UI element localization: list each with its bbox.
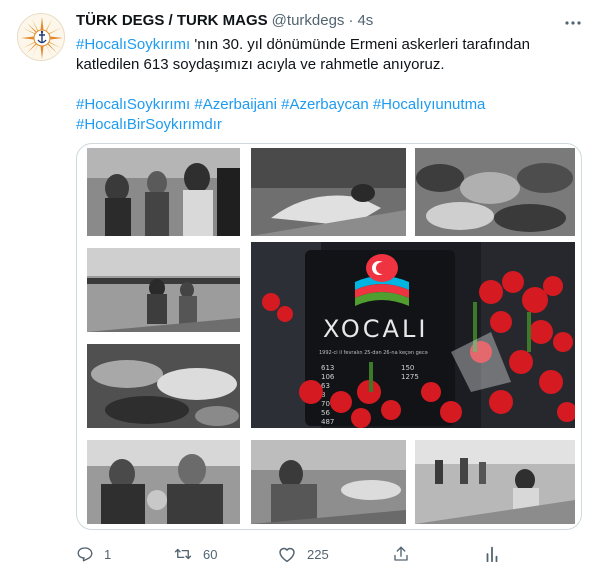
- tweet[interactable]: TÜRK DEGS / TURK MAGS @turkdegs · 4s #Ho…: [0, 0, 598, 576]
- plaque-number: 106: [321, 373, 335, 381]
- plaque-number: 613: [321, 364, 334, 372]
- tweet-text: #HocalıSoykırımı 'nın 30. yıl dönümünde …: [76, 35, 576, 135]
- tweet-text-line-2: katledilen 613 soydaşımızı acıyla ve rah…: [76, 56, 445, 73]
- reply-count: 1: [104, 546, 112, 562]
- plaque-number: 70: [321, 400, 330, 408]
- tweet-header: TÜRK DEGS / TURK MAGS @turkdegs · 4s: [76, 12, 373, 32]
- photo-crowd[interactable]: [87, 148, 240, 236]
- reply-button[interactable]: 1: [76, 541, 111, 567]
- compass-rose-logo: [20, 16, 64, 60]
- author-handle[interactable]: @turkdegs: [272, 12, 345, 29]
- tweet-text-line-1: 'nın 30. yıl dönümünde Ermeni askerleri …: [190, 36, 530, 53]
- analytics-icon: [486, 546, 498, 563]
- author-avatar[interactable]: [17, 13, 65, 61]
- plaque-number: 56: [321, 409, 330, 417]
- separator-dot: ·: [348, 12, 354, 29]
- hashtag-link[interactable]: #Hocalıyıunutma: [373, 96, 486, 113]
- plaque-subtitle: 1992-ci il fevralın 25-dən 26-na keçən g…: [319, 350, 428, 356]
- hashtag-link[interactable]: #HocalıSoykırımı: [76, 36, 190, 53]
- author-display-name[interactable]: TÜRK DEGS / TURK MAGS: [76, 12, 268, 29]
- like-button[interactable]: 225: [277, 541, 329, 567]
- more-icon: [565, 21, 581, 25]
- photo-soldiers-field[interactable]: [87, 248, 240, 332]
- plaque-number: 1275: [401, 373, 419, 381]
- photo-refugees-road[interactable]: [415, 440, 575, 524]
- photo-mourning-woman[interactable]: [251, 440, 406, 524]
- plaque-number: 487: [321, 418, 334, 426]
- reply-icon: [77, 547, 93, 562]
- text-spacer: [76, 75, 576, 95]
- like-icon: [279, 547, 295, 563]
- more-options-button[interactable]: [562, 12, 584, 34]
- retweet-icon: [174, 548, 192, 560]
- photo-memorial-xocali[interactable]: XOCALI 1992-ci il fevralın 25-dən 26-na …: [251, 242, 575, 428]
- retweet-button[interactable]: 60: [173, 541, 217, 567]
- plaque-title: XOCALI: [323, 315, 428, 343]
- hashtag-link[interactable]: #HocalıSoykırımı: [76, 96, 190, 113]
- hashtag-link[interactable]: #Azerbaycan: [281, 96, 369, 113]
- photo-bodies-row[interactable]: [415, 148, 575, 236]
- share-icon: [394, 546, 408, 561]
- tweet-media-collage[interactable]: XOCALI 1992-ci il fevralın 25-dən 26-na …: [76, 143, 582, 530]
- tweet-timestamp[interactable]: 4s: [357, 12, 373, 29]
- photo-grieving-family[interactable]: [87, 440, 240, 524]
- hashtag-link[interactable]: #Azerbaijani: [194, 96, 277, 113]
- hashtag-link[interactable]: #HocalıBirSoykırımdır: [76, 116, 222, 133]
- photo-bodies-ground[interactable]: [87, 344, 240, 428]
- photo-victim-ground[interactable]: [251, 148, 406, 236]
- share-button[interactable]: [392, 541, 410, 567]
- retweet-count: 60: [203, 546, 218, 562]
- tweet-actions: 1 60 225: [76, 541, 516, 567]
- analytics-button[interactable]: [484, 541, 500, 567]
- like-count: 225: [307, 546, 329, 562]
- plaque-number: 150: [401, 364, 414, 372]
